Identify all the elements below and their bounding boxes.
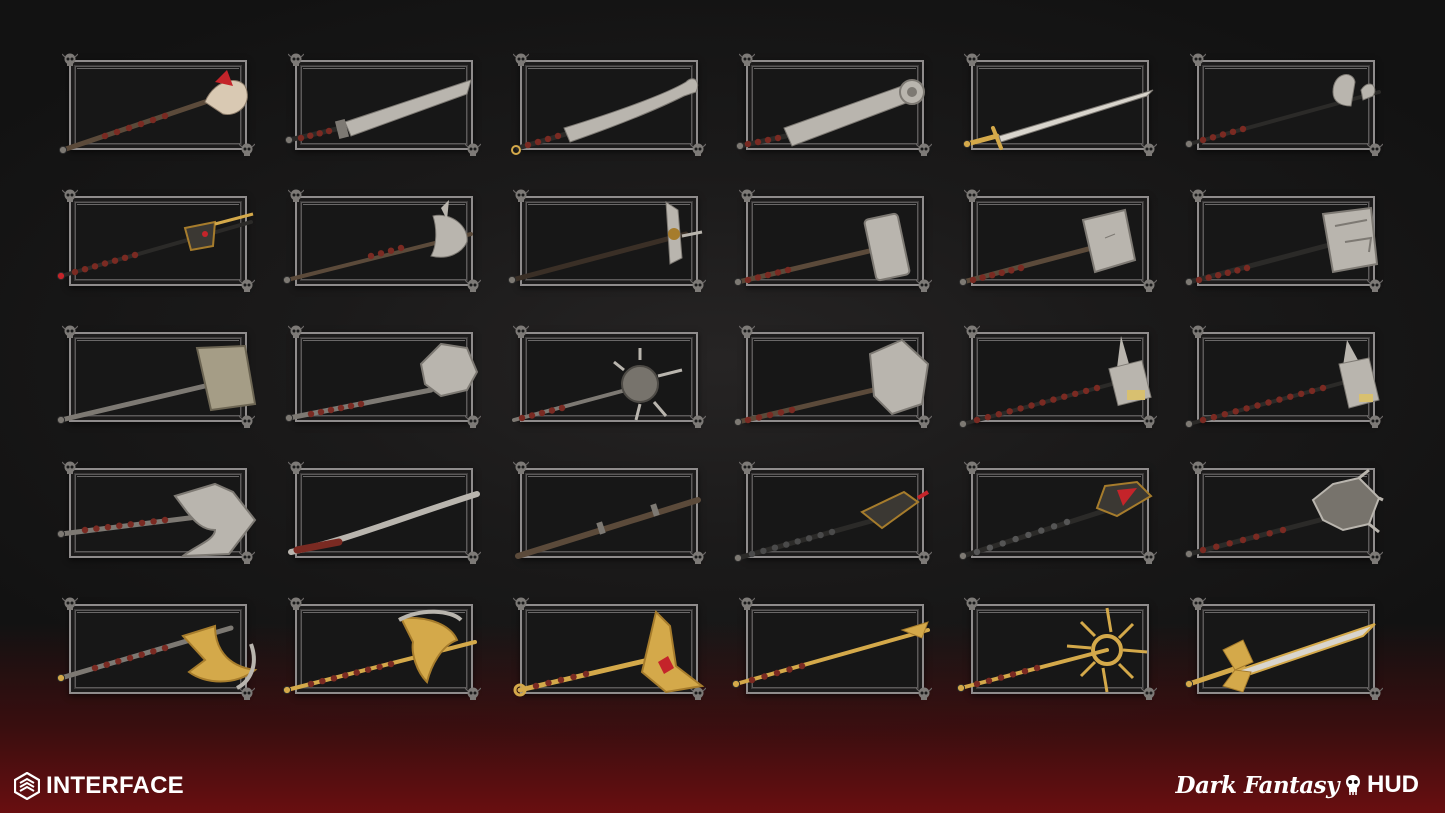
cracked-maul-icon [1184,206,1379,287]
sun-staff-icon [957,607,1148,693]
round-mace-icon [284,342,478,423]
weapon-slot[interactable] [281,456,481,574]
weapon-slot[interactable] [506,592,707,710]
weapon-slot[interactable] [1183,184,1383,302]
weapon-slot[interactable] [957,320,1158,438]
title-hud: HUD [1367,771,1419,798]
weapon-slot[interactable] [506,48,707,166]
stone-maul-icon [56,344,257,425]
heavy-mace-icon [733,338,929,427]
cleaver-sword-icon [735,79,925,151]
title-script: Dark Fantasy [1175,771,1340,799]
weapon-slot[interactable] [731,592,932,710]
winged-sword-icon [1184,623,1376,693]
weapon-slot[interactable] [1183,320,1383,438]
skull-icon [1346,775,1360,795]
interface-brand: INTERFACE [14,771,184,801]
longsword-icon [963,89,1154,150]
golden-scepter-icon [513,610,705,697]
hooked-blade-icon [511,78,699,155]
weapon-slot[interactable] [55,456,257,574]
spiked-hammer-icon [959,336,1153,429]
weapon-slot[interactable] [55,320,257,438]
broadsword-icon [284,79,472,145]
interface-logo-icon [14,772,40,800]
weapon-slot[interactable] [1183,456,1384,574]
weapon-slot[interactable] [957,456,1158,574]
golden-battle-axe-icon [56,624,258,690]
weapon-slot[interactable] [1183,48,1383,166]
weapon-slot[interactable] [55,184,255,302]
hand-axe-icon [56,482,257,558]
warhammer-icon [733,212,911,287]
weapon-slot[interactable] [957,48,1158,166]
weapon-slot[interactable] [506,456,707,574]
weapon-slot[interactable] [732,320,932,438]
dark-fantasy-hud-logo: Dark Fantasy HUD [1176,767,1419,803]
inventory-screen: INTERFACE Dark Fantasy HUD [0,0,1445,813]
weapon-slot[interactable] [281,320,481,438]
interface-label: INTERFACE [46,772,184,799]
weapon-slot[interactable] [732,184,932,302]
weapon-slot[interactable] [957,184,1158,302]
flanged-mace-icon [733,490,929,563]
weapon-slot[interactable] [55,48,255,166]
wooden-staff-icon [515,497,702,559]
halberd-icon [282,200,473,285]
demon-spear-icon [56,212,254,281]
weapon-slot[interactable] [1183,592,1383,710]
weapon-grid [55,48,1384,710]
weapon-slot[interactable] [506,184,707,302]
weapon-slot[interactable] [281,184,481,302]
curved-staff-icon [287,491,480,555]
weapon-slot[interactable] [506,320,707,438]
weapon-slot[interactable] [957,592,1158,710]
double-axe-polearm-icon [1184,74,1381,149]
bone-staff-icon [58,70,248,155]
war-pick-icon [508,201,703,285]
pointed-hammer-icon [1184,340,1380,429]
weapon-slot[interactable] [732,456,932,574]
weapon-slot[interactable] [55,592,258,710]
golden-spear-icon [731,621,930,689]
large-warhammer-icon [959,208,1137,287]
golden-double-axe-icon [282,609,477,695]
weapon-slot[interactable] [281,592,481,710]
spiked-club-icon [1184,468,1384,559]
morningstar-icon [512,348,683,422]
gem-spear-icon [959,480,1153,561]
weapon-slot[interactable] [732,48,932,166]
weapon-slot[interactable] [281,48,481,166]
